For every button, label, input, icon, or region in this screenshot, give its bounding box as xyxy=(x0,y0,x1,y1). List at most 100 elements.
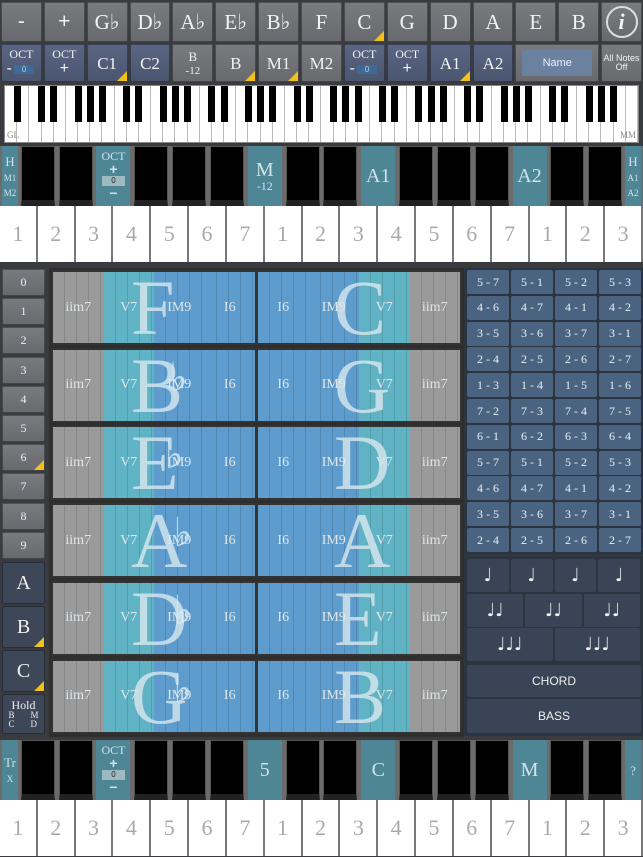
rhythm-button[interactable]: ♩♩ xyxy=(467,593,524,627)
preset-button-7[interactable]: 7 xyxy=(2,473,45,501)
progression-button[interactable]: 6 - 2 xyxy=(511,424,553,449)
control-button-3[interactable]: C2 xyxy=(129,44,171,82)
rhythm-button[interactable]: ♩♩♩ xyxy=(467,628,553,661)
progression-button[interactable]: 3 - 7 xyxy=(555,321,597,346)
chord-pad[interactable]: I6 xyxy=(258,272,309,343)
function-strip[interactable]: Tr X xyxy=(2,740,18,800)
chord-pad[interactable]: V7 xyxy=(359,660,410,732)
preset-button-3[interactable]: 3 xyxy=(2,356,45,384)
mini-black-key[interactable] xyxy=(269,86,277,122)
white-key[interactable]: 6 xyxy=(453,206,492,262)
chord-pad[interactable]: V7 xyxy=(359,505,410,577)
white-key[interactable]: 2 xyxy=(567,206,606,262)
chord-pad[interactable]: V7 xyxy=(103,505,154,577)
control-button-0[interactable]: OCT -0 xyxy=(1,44,42,82)
progression-button[interactable]: 6 - 1 xyxy=(467,424,509,449)
progression-button[interactable]: 3 - 5 xyxy=(467,502,509,527)
progression-button[interactable]: 2 - 7 xyxy=(599,347,641,372)
progression-button[interactable]: 2 - 4 xyxy=(467,347,509,372)
black-key[interactable] xyxy=(399,740,434,800)
rhythm-button[interactable]: ♩♩ xyxy=(583,593,640,627)
progression-button[interactable]: 3 - 5 xyxy=(467,321,509,346)
progression-button[interactable]: 3 - 1 xyxy=(599,502,641,527)
white-key[interactable]: 7 xyxy=(491,206,530,262)
progression-button[interactable]: 4 - 1 xyxy=(555,476,597,501)
key-button-6[interactable]: B♭ xyxy=(258,2,300,42)
bank-button-B[interactable]: B xyxy=(2,606,45,648)
preset-button-4[interactable]: 4 xyxy=(2,385,45,413)
hold-button[interactable]: Hold B M C D xyxy=(2,694,45,734)
mini-black-key[interactable] xyxy=(427,86,435,122)
mini-black-key[interactable] xyxy=(244,86,252,122)
white-key[interactable]: 3 xyxy=(340,206,379,262)
chord-pad[interactable]: IM9 xyxy=(308,660,359,732)
chord-button[interactable]: CHORD xyxy=(467,665,641,697)
black-key[interactable] xyxy=(474,740,509,800)
progression-button[interactable]: 2 - 4 xyxy=(467,528,509,552)
all-notes-off-button[interactable]: All Notes Off xyxy=(601,44,642,82)
chord-pad[interactable]: iim7 xyxy=(53,660,104,732)
chord-pad[interactable]: I6 xyxy=(258,427,309,499)
progression-button[interactable]: 5 - 7 xyxy=(467,270,509,294)
white-key[interactable]: 2 xyxy=(567,800,606,856)
chord-pad[interactable]: iim7 xyxy=(409,582,460,654)
progression-button[interactable]: 6 - 4 xyxy=(599,424,641,449)
white-key[interactable]: 4 xyxy=(378,206,417,262)
black-key[interactable] xyxy=(134,740,169,800)
oct-minus-button[interactable]: − xyxy=(109,186,117,200)
mini-black-key[interactable] xyxy=(354,86,362,122)
oct-minus-button[interactable]: − xyxy=(109,780,117,794)
black-key[interactable] xyxy=(209,740,244,800)
progression-button[interactable]: 2 - 6 xyxy=(555,347,597,372)
black-key[interactable] xyxy=(58,146,93,206)
progression-button[interactable]: 4 - 7 xyxy=(511,476,553,501)
white-key[interactable]: 3 xyxy=(75,800,114,856)
mini-black-key[interactable] xyxy=(74,86,82,122)
mini-black-key[interactable] xyxy=(512,86,520,122)
white-key[interactable]: 5 xyxy=(151,206,190,262)
preset-button-0[interactable]: 0 xyxy=(2,269,45,296)
progression-button[interactable]: 4 - 1 xyxy=(555,295,597,320)
black-key[interactable] xyxy=(436,146,471,206)
chord-pad[interactable]: V7 xyxy=(359,427,410,499)
chord-pad[interactable]: IM9 xyxy=(308,349,359,421)
white-key[interactable]: 1 xyxy=(529,206,568,262)
key-button-0[interactable]: - xyxy=(1,2,42,42)
info-button[interactable]: i xyxy=(601,2,642,42)
mini-black-key[interactable] xyxy=(500,86,508,122)
white-key[interactable]: 5 xyxy=(151,800,190,856)
chord-pad[interactable]: IM9 xyxy=(308,427,359,499)
progression-button[interactable]: 3 - 6 xyxy=(511,502,553,527)
chord-pad[interactable]: IM9 xyxy=(308,505,359,577)
white-key[interactable]: 6 xyxy=(453,800,492,856)
mini-black-key[interactable] xyxy=(171,86,179,122)
black-key[interactable] xyxy=(588,146,623,206)
chord-pad[interactable]: iim7 xyxy=(53,349,104,421)
black-key[interactable] xyxy=(399,146,434,206)
chord-pad[interactable]: iim7 xyxy=(409,660,460,732)
preset-button-5[interactable]: 5 xyxy=(2,415,45,442)
control-button-1[interactable]: OCT + xyxy=(43,44,85,82)
mini-black-key[interactable] xyxy=(549,86,557,122)
black-key[interactable] xyxy=(285,740,320,800)
mini-black-key[interactable] xyxy=(597,86,605,122)
function-strip[interactable]: A1 xyxy=(361,146,396,206)
function-strip[interactable]: OCT +0− xyxy=(96,740,131,800)
chord-pad[interactable]: I6 xyxy=(204,660,255,732)
mini-black-key[interactable] xyxy=(123,86,131,122)
control-button-2[interactable]: C1 xyxy=(86,44,128,82)
chord-pad[interactable]: iim7 xyxy=(53,505,104,577)
control-button-6[interactable]: M1 xyxy=(258,44,300,82)
progression-button[interactable]: 5 - 2 xyxy=(555,450,597,475)
chord-pad[interactable]: V7 xyxy=(103,427,154,499)
mini-black-key[interactable] xyxy=(98,86,106,122)
key-button-11[interactable]: A xyxy=(472,2,514,42)
chord-pad[interactable]: V7 xyxy=(103,660,154,732)
key-button-1[interactable]: + xyxy=(43,2,85,42)
chord-pad[interactable]: I6 xyxy=(258,349,309,421)
rhythm-button[interactable]: ♩ xyxy=(598,559,640,592)
key-button-5[interactable]: E♭ xyxy=(215,2,257,42)
black-key[interactable] xyxy=(134,146,169,206)
oct-plus-button[interactable]: + xyxy=(109,162,117,176)
function-strip[interactable]: 5 xyxy=(247,740,282,800)
